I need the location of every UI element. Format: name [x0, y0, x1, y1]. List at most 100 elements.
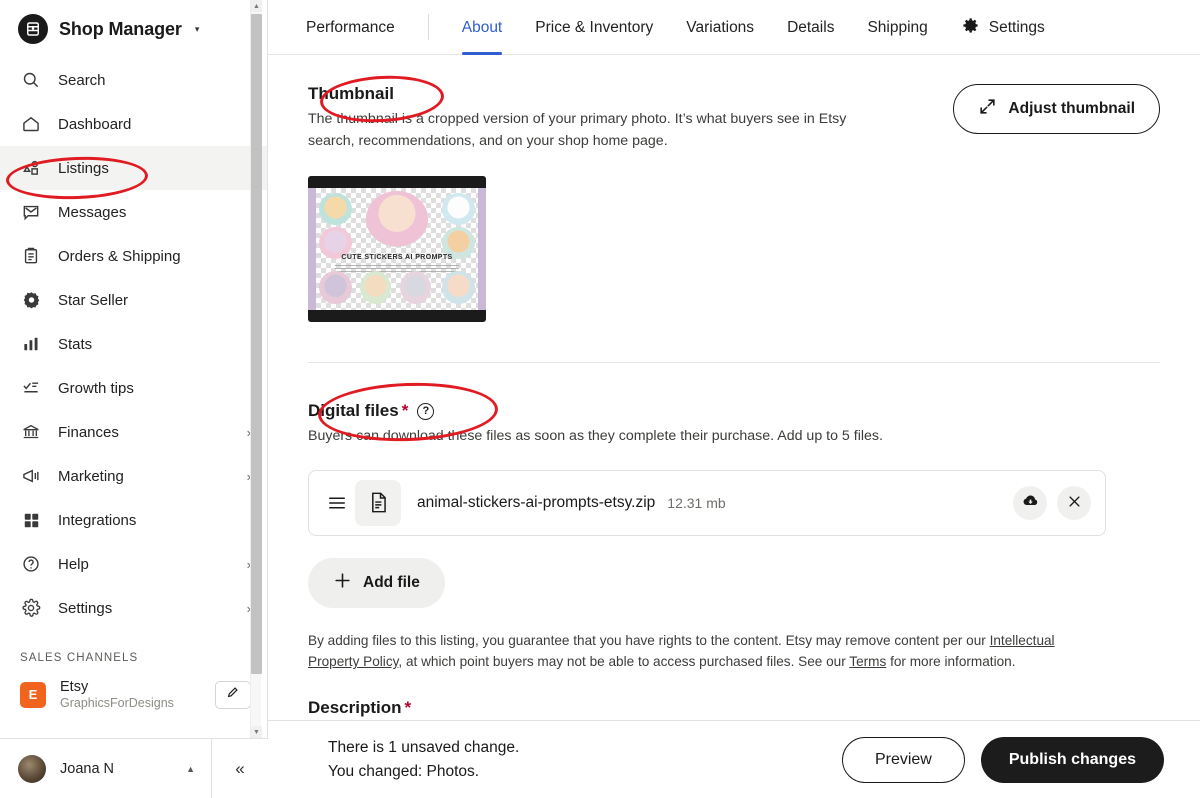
tab-variations[interactable]: Variations [686, 0, 754, 55]
download-file-button[interactable] [1013, 485, 1047, 520]
channel-text: Etsy GraphicsForDesigns [60, 678, 174, 712]
question-mark-icon[interactable]: ? [417, 402, 435, 420]
sidebar-item-search[interactable]: Search [0, 58, 267, 102]
tab-label: Details [787, 18, 835, 36]
tab-label: Price & Inventory [535, 18, 654, 36]
sidebar-item-growth-tips[interactable]: Growth tips [0, 366, 267, 410]
thumbnail-subtext [335, 265, 459, 273]
unsaved-changes-bar: There is 1 unsaved change. You changed: … [268, 720, 1200, 798]
sticker-giraffe [359, 271, 391, 305]
digital-files-legal-text: By adding files to this listing, you gua… [308, 630, 1093, 673]
sidebar-item-label: Search [58, 71, 106, 89]
publish-changes-button[interactable]: Publish changes [980, 736, 1164, 783]
scroll-up-arrow-icon[interactable]: ▲ [251, 0, 262, 12]
description-section-title: Description * [308, 698, 1160, 718]
tab-label: Shipping [867, 18, 928, 36]
plus-icon [333, 571, 352, 595]
sidebar-item-orders-shipping[interactable]: Orders & Shipping [0, 234, 267, 278]
gear-icon [961, 16, 980, 40]
sidebar-item-integrations[interactable]: Integrations [0, 498, 267, 542]
thumbnail-bottom-bar [308, 310, 486, 323]
tab-shipping[interactable]: Shipping [867, 0, 927, 55]
sidebar-item-label: Dashboard [58, 115, 132, 133]
sidebar-item-label: Help [58, 555, 89, 573]
terms-link[interactable]: Terms [849, 654, 886, 669]
bar-chart-icon [20, 333, 42, 355]
sales-channel-etsy[interactable]: E Etsy GraphicsForDesigns [0, 674, 267, 716]
legal-post: for more information. [886, 654, 1016, 670]
star-seller-icon [20, 289, 42, 311]
about-panel: Thumbnail The thumbnail is a cropped ver… [268, 56, 1200, 798]
tab-label: Performance [306, 18, 395, 36]
brand-name: Shop Manager [59, 18, 182, 39]
sidebar-item-marketing[interactable]: Marketing › [0, 454, 267, 498]
sidebar-item-messages[interactable]: Messages [0, 190, 267, 234]
digital-files-description: Buyers can download these files as soon … [308, 428, 883, 445]
add-file-button[interactable]: Add file [308, 557, 445, 608]
unsaved-line-2: You changed: Photos. [328, 762, 480, 780]
sidebar-item-label: Orders & Shipping [58, 247, 181, 265]
remove-file-button[interactable] [1057, 485, 1091, 520]
thumbnail-title: Thumbnail [308, 84, 394, 103]
thumbnail-heading-group: Thumbnail The thumbnail is a cropped ver… [308, 84, 853, 152]
home-icon [20, 113, 42, 135]
sidebar-item-stats[interactable]: Stats [0, 322, 267, 366]
channel-name: Etsy [60, 679, 89, 695]
sticker-donkey [400, 271, 431, 305]
megaphone-icon [20, 465, 42, 487]
sidebar-item-listings[interactable]: Listings [0, 146, 267, 190]
listings-icon [20, 157, 42, 179]
chevron-down-icon[interactable]: ▾ [195, 24, 200, 35]
listing-tabs: Performance About Price & Inventory Vari… [268, 0, 1200, 55]
scroll-down-arrow-icon[interactable]: ▼ [251, 726, 262, 738]
sticker-cat [442, 193, 475, 225]
digital-files-section: Digital files * ? Buyers can download th… [268, 363, 1200, 718]
main-content: Performance About Price & Inventory Vari… [268, 0, 1200, 798]
sidebar-item-settings[interactable]: Settings › [0, 586, 267, 630]
edit-channel-button[interactable] [215, 680, 251, 709]
collapse-sidebar-button[interactable]: « [212, 739, 268, 798]
grid-icon [20, 509, 42, 531]
adjust-thumbnail-button[interactable]: Adjust thumbnail [953, 84, 1160, 134]
search-icon [20, 69, 42, 91]
file-name: animal-stickers-ai-prompts-etsy.zip [417, 493, 656, 511]
sidebar-item-star-seller[interactable]: Star Seller [0, 278, 267, 322]
unsaved-message: There is 1 unsaved change. You changed: … [328, 736, 519, 783]
sales-channels-heading: SALES CHANNELS [20, 652, 139, 664]
sidebar-item-help[interactable]: Help › [0, 542, 267, 586]
sidebar-scrollbar-thumb[interactable] [251, 14, 262, 674]
file-size: 12.31 mb [667, 494, 726, 511]
brand-shop-manager[interactable]: Shop Manager ▾ [0, 0, 267, 58]
sticker-deer [442, 271, 475, 305]
sidebar-item-label: Finances [58, 423, 119, 441]
required-asterisk: * [404, 698, 412, 718]
thumbnail-section: Thumbnail The thumbnail is a cropped ver… [268, 56, 1200, 323]
file-actions [1013, 485, 1091, 520]
tab-label: Settings [988, 18, 1045, 36]
adjust-thumbnail-label: Adjust thumbnail [1008, 100, 1135, 117]
tab-price-inventory[interactable]: Price & Inventory [535, 0, 653, 55]
growth-tips-icon [20, 377, 42, 399]
thumbnail-preview-image[interactable]: CUTE STICKERS AI PROMPTS [308, 176, 486, 323]
preview-button[interactable]: Preview [841, 736, 965, 783]
sidebar-item-label: Messages [58, 203, 127, 221]
tab-performance[interactable]: Performance [306, 0, 395, 55]
legal-mid: , at which point buyers may not be able … [398, 654, 850, 670]
tab-details[interactable]: Details [787, 0, 834, 55]
drag-handle-icon[interactable] [319, 495, 355, 511]
thumbnail-top-bar [308, 176, 486, 189]
sidebar-scrollbar[interactable]: ▲ ▼ [250, 0, 262, 738]
tab-settings[interactable]: Settings [961, 0, 1045, 55]
thumbnail-canvas: CUTE STICKERS AI PROMPTS [316, 188, 478, 311]
bottom-bar-actions: Preview Publish changes [841, 736, 1164, 783]
digital-files-label: Digital files [308, 401, 399, 421]
user-menu[interactable]: Joana N ▲ [0, 739, 212, 798]
tab-about[interactable]: About [461, 0, 502, 55]
chevron-up-icon[interactable]: ▲ [186, 764, 195, 774]
sidebar-item-dashboard[interactable]: Dashboard [0, 102, 267, 146]
sidebar-scroll-area: Shop Manager ▾ Search Dashboard Listings… [0, 0, 267, 738]
etsy-shop-logo-icon [18, 14, 48, 44]
sidebar-item-finances[interactable]: Finances › [0, 410, 267, 454]
sidebar-item-label: Listings [58, 159, 109, 177]
digital-file-row[interactable]: animal-stickers-ai-prompts-etsy.zip 12.3… [308, 469, 1106, 536]
